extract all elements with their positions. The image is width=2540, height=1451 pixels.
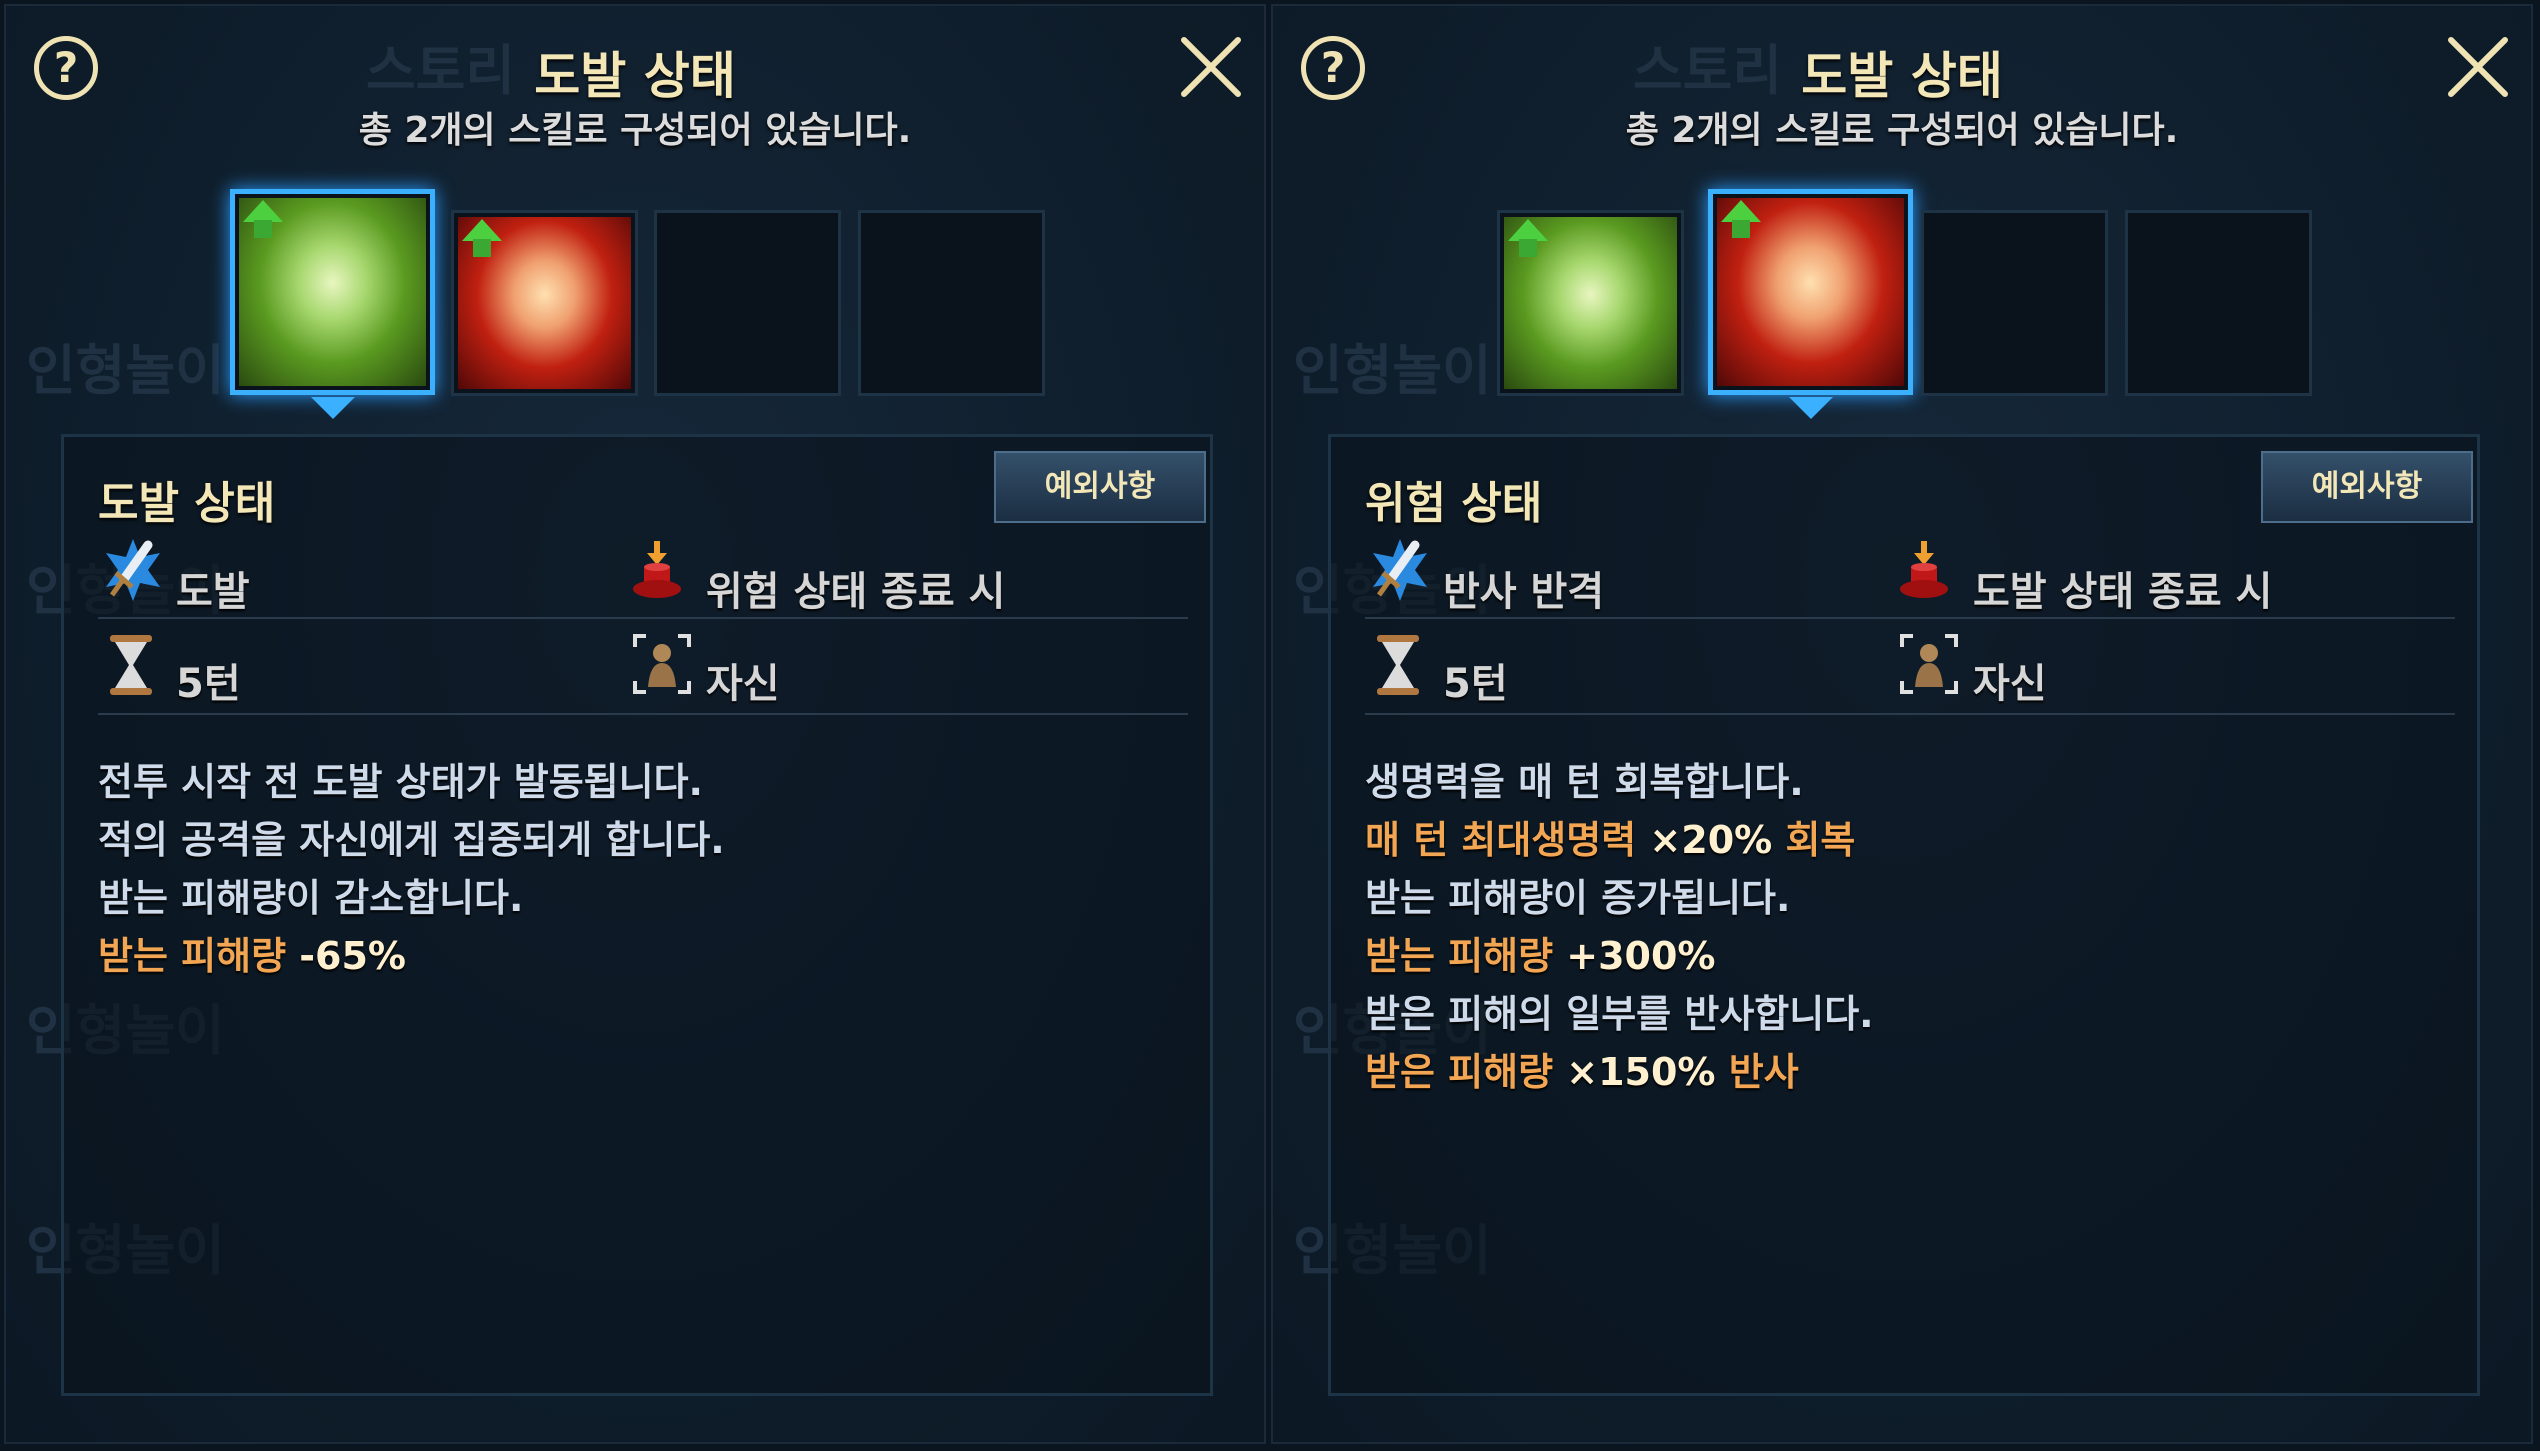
selected-pointer-icon	[1788, 397, 1833, 419]
description-text: 전투 시작 전 도발 상태가 발동됩니다.	[98, 760, 703, 804]
skill-card-red[interactable]	[451, 210, 638, 396]
hourglass-icon	[106, 633, 156, 701]
effect-label: 매 턴 최대생명력	[1365, 818, 1650, 862]
effect-label: 회복	[1785, 818, 1856, 862]
description-text: 받은 피해의 일부를 반사합니다.	[1365, 992, 1874, 1036]
target-person-icon	[1899, 633, 1959, 699]
detail-title: 도발 상태	[98, 478, 276, 529]
target-label: 자신	[1973, 661, 2047, 707]
effect-label: 받는 피해량	[1365, 934, 1567, 978]
divider	[98, 617, 1188, 619]
upgrade-arrow-icon	[1721, 200, 1761, 238]
effect-value: ×20%	[1649, 818, 1786, 862]
exception-button[interactable]: 예외사항	[2261, 451, 2473, 523]
description-text: 받는 피해량이 감소합니다.	[98, 876, 524, 920]
trigger-condition-label: 도발 상태 종료 시	[1973, 569, 2273, 615]
popup-subtitle: 총 2개의 스킬로 구성되어 있습니다.	[1625, 110, 2179, 151]
divider	[1365, 713, 2455, 715]
description-line: 받는 피해량이 증가됩니다.	[1365, 869, 1874, 927]
description-line: 생명력을 매 턴 회복합니다.	[1365, 753, 1874, 811]
description-line: 받는 피해량 +300%	[1365, 927, 1874, 985]
skill-description: 전투 시작 전 도발 상태가 발동됩니다. 적의 공격을 자신에게 집중되게 합니…	[98, 753, 725, 985]
skill-popup-panel: 스토리인형놀이인형놀이인형놀이인형놀이?도발 상태총 2개의 스킬로 구성되어 …	[1271, 4, 2533, 1444]
exception-button[interactable]: 예외사항	[994, 451, 1206, 523]
upgrade-arrow-icon	[462, 219, 502, 257]
description-text: 받는 피해량이 증가됩니다.	[1365, 876, 1791, 920]
divider	[98, 713, 1188, 715]
sword-icon	[1369, 537, 1431, 607]
effect-value: -65%	[299, 934, 406, 978]
skill-card-empty	[1921, 210, 2108, 396]
skill-card-empty	[654, 210, 841, 396]
popup-subtitle: 총 2개의 스킬로 구성되어 있습니다.	[358, 110, 912, 151]
skill-card-green[interactable]	[1497, 210, 1684, 396]
skill-card-empty	[858, 210, 1045, 396]
description-line: 매 턴 최대생명력 ×20% 회복	[1365, 811, 1874, 869]
trigger-icon	[630, 539, 684, 605]
description-line: 받은 피해량 ×150% 반사	[1365, 1043, 1874, 1101]
upgrade-arrow-icon	[243, 200, 283, 238]
target-person-icon	[632, 633, 692, 699]
description-line: 전투 시작 전 도발 상태가 발동됩니다.	[98, 753, 725, 811]
description-line: 받는 피해량 -65%	[98, 927, 725, 985]
description-text: 생명력을 매 턴 회복합니다.	[1365, 760, 1804, 804]
duration-label: 5턴	[1443, 661, 1508, 707]
skill-card-green[interactable]	[230, 189, 435, 395]
trigger-condition-label: 위험 상태 종료 시	[706, 569, 1006, 615]
duration-label: 5턴	[176, 661, 241, 707]
detail-title: 위험 상태	[1365, 478, 1543, 529]
effect-value: +300%	[1566, 934, 1716, 978]
hourglass-icon	[1373, 633, 1423, 701]
effect-value: ×150%	[1566, 1050, 1729, 1094]
skill-type-label: 도발	[176, 569, 250, 615]
skill-detail-box: 도발 상태 예외사항도발 위험 상태 종료 시 5턴 자신전투 시작 전 도발 상태가 …	[61, 434, 1213, 1396]
upgrade-arrow-icon	[1508, 219, 1548, 257]
divider	[1365, 617, 2455, 619]
selected-pointer-icon	[310, 397, 355, 419]
effect-label: 받는 피해량	[98, 934, 300, 978]
skill-card-empty	[2125, 210, 2312, 396]
popup-title: 도발 상태	[1801, 47, 2003, 105]
skill-popup-panel: 스토리인형놀이인형놀이인형놀이인형놀이?도발 상태총 2개의 스킬로 구성되어 …	[4, 4, 1266, 1444]
skill-type-label: 반사 반격	[1443, 569, 1605, 615]
trigger-icon	[1897, 539, 1951, 605]
description-text: 적의 공격을 자신에게 집중되게 합니다.	[98, 818, 725, 862]
effect-label: 받은 피해량	[1365, 1050, 1567, 1094]
background-label: 인형놀이	[26, 339, 225, 402]
popup-title: 도발 상태	[534, 47, 736, 105]
description-line: 적의 공격을 자신에게 집중되게 합니다.	[98, 811, 725, 869]
background-label: 인형놀이	[1293, 339, 1492, 402]
skill-detail-box: 위험 상태 예외사항반사 반격 도발 상태 종료 시 5턴 자신생명력을 매 턴 회복합…	[1328, 434, 2480, 1396]
description-line: 받은 피해의 일부를 반사합니다.	[1365, 985, 1874, 1043]
description-line: 받는 피해량이 감소합니다.	[98, 869, 725, 927]
sword-icon	[102, 537, 164, 607]
effect-label: 반사	[1728, 1050, 1799, 1094]
skill-card-red[interactable]	[1708, 189, 1913, 395]
skill-description: 생명력을 매 턴 회복합니다. 매 턴 최대생명력 ×20% 회복받는 피해량이 …	[1365, 753, 1874, 1101]
target-label: 자신	[706, 661, 780, 707]
